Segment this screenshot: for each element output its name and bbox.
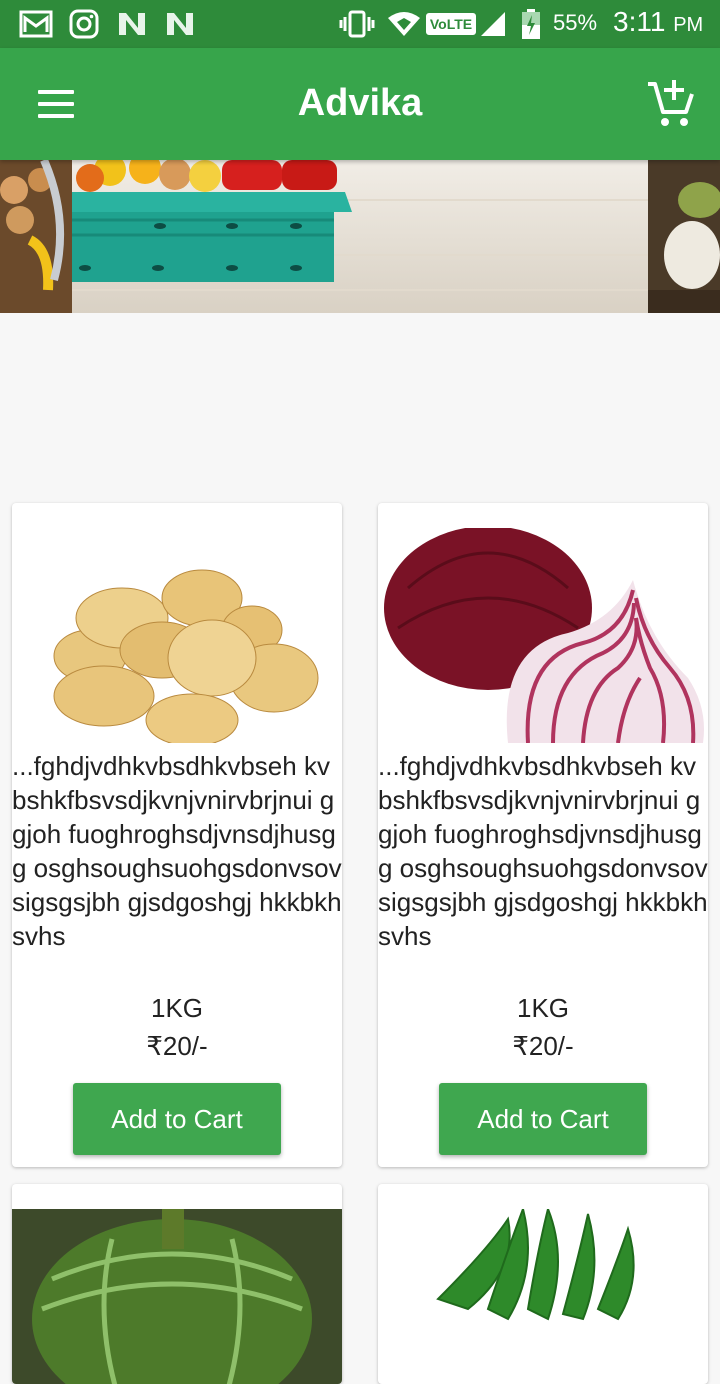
product-price: ₹20/- [146, 1031, 208, 1061]
signal-icon [478, 8, 508, 40]
product-description: ...fghdjvdhkvbsdhkvbseh kvbshkfbsvsdjkvn… [378, 751, 708, 951]
gmail-icon [18, 8, 54, 40]
n-app-icon [164, 8, 196, 40]
volte-label: VoLTE [425, 13, 477, 35]
app-bar: Advika [0, 48, 720, 160]
product-card[interactable]: ...fghdjvdhkvbsdhkvbseh kvbshkfbsvsdjkvn… [12, 503, 342, 1167]
product-image-red-onions [378, 526, 708, 744]
product-quantity: 1KG [150, 993, 204, 1023]
instagram-icon [68, 8, 100, 40]
n-app-icon [116, 8, 148, 40]
battery-icon [518, 8, 544, 40]
app-title: Advika [297, 82, 423, 124]
vibrate-icon [338, 8, 376, 40]
product-image-okra [378, 1205, 708, 1384]
clock-ampm: PM [673, 14, 704, 36]
product-image-pumpkin [12, 1209, 342, 1384]
add-to-cart-icon[interactable] [644, 78, 696, 130]
battery-percent: 55% [553, 10, 598, 35]
product-price: ₹20/- [512, 1031, 574, 1061]
add-to-cart-button[interactable]: Add to Cart [439, 1083, 647, 1155]
clock: 3:11 PM [613, 6, 703, 38]
clock-time: 3:11 [613, 6, 666, 37]
promo-banner[interactable] [0, 160, 720, 313]
wifi-icon [386, 8, 422, 40]
product-description: ...fghdjvdhkvbsdhkvbseh kvbshkfbsvsdjkvn… [12, 751, 342, 951]
add-to-cart-button[interactable]: Add to Cart [73, 1083, 281, 1155]
status-bar: VoLTE 55% 3:11 PM [0, 0, 720, 48]
product-card[interactable] [12, 1184, 342, 1384]
product-card[interactable]: ...fghdjvdhkvbsdhkvbseh kvbshkfbsvsdjkvn… [378, 503, 708, 1167]
product-card[interactable] [378, 1184, 708, 1384]
product-image-potatoes [12, 528, 342, 747]
product-quantity: 1KG [516, 993, 570, 1023]
volte-icon: VoLTE [425, 8, 477, 40]
